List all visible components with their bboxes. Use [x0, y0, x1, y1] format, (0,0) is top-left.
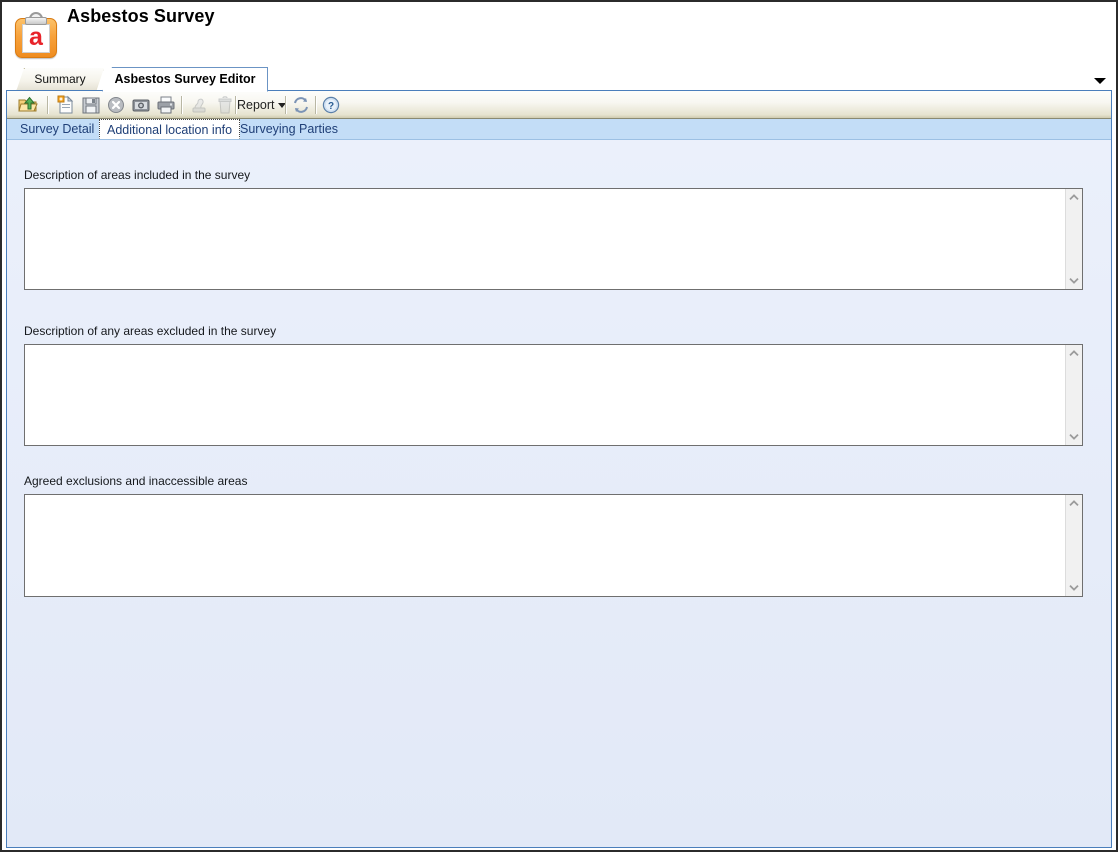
toolbar-separator [47, 96, 49, 114]
chevron-down-icon[interactable] [1094, 78, 1106, 84]
agreed-exclusions-scrollbar[interactable] [1065, 495, 1082, 596]
editor-toolbar: Report ? [7, 91, 1111, 119]
sub-tab-survey-detail[interactable]: Survey Detail [13, 119, 101, 139]
title-bar: a Asbestos Survey [2, 2, 1116, 66]
delete-button[interactable] [214, 94, 236, 116]
camera-icon [130, 94, 152, 116]
areas-included-scrollbar[interactable] [1065, 189, 1082, 289]
svg-text:?: ? [328, 101, 334, 112]
areas-excluded-label: Description of any areas excluded in the… [24, 324, 276, 338]
clipboard-clip-bar [25, 17, 47, 25]
chevron-up-icon[interactable] [1069, 500, 1079, 507]
open-folder-button[interactable] [17, 94, 39, 116]
save-button[interactable] [80, 94, 102, 116]
question-mark-icon: ? [320, 94, 342, 116]
printer-icon [155, 94, 177, 116]
chevron-down-icon[interactable] [1069, 433, 1079, 440]
new-document-icon [55, 94, 77, 116]
agreed-exclusions-textarea[interactable] [24, 494, 1083, 597]
areas-excluded-textarea[interactable] [24, 344, 1083, 446]
application-window: a Asbestos Survey Summary Asbestos Surve… [0, 0, 1118, 852]
chevron-down-icon[interactable] [1069, 584, 1079, 591]
areas-included-textarea[interactable] [24, 188, 1083, 290]
report-button-label: Report [237, 98, 275, 112]
clipboard-letter: a [22, 22, 50, 52]
cancel-circle-icon [105, 94, 127, 116]
sub-tab-surveying-parties[interactable]: Surveying Parties [233, 119, 345, 139]
chevron-up-icon[interactable] [1069, 194, 1079, 201]
chevron-up-icon[interactable] [1069, 350, 1079, 357]
tab-summary-label: Summary [16, 68, 104, 92]
sub-tab-bar: Survey Detail Additional location info S… [7, 119, 1111, 140]
refresh-arrows-icon [290, 94, 312, 116]
toolbar-separator [285, 96, 287, 114]
camera-button[interactable] [130, 94, 152, 116]
page-title: Asbestos Survey [67, 6, 215, 27]
areas-included-label: Description of areas included in the sur… [24, 168, 250, 182]
trash-bin-icon [214, 94, 236, 116]
main-tab-strip: Summary Asbestos Survey Editor [2, 66, 1116, 92]
print-button[interactable] [155, 94, 177, 116]
chevron-down-icon[interactable] [1069, 277, 1079, 284]
editor-panel: Report ? [6, 90, 1112, 848]
new-document-button[interactable] [55, 94, 77, 116]
copy-stamp-icon [189, 94, 211, 116]
tab-asbestos-survey-editor-label: Asbestos Survey Editor [102, 67, 268, 92]
folder-up-arrow-icon [17, 94, 39, 116]
toolbar-separator [315, 96, 317, 114]
help-button[interactable]: ? [320, 94, 342, 116]
toolbar-separator [181, 96, 183, 114]
report-button[interactable]: Report [235, 95, 288, 115]
copy-button[interactable] [189, 94, 211, 116]
form-body: Description of areas included in the sur… [7, 140, 1111, 847]
refresh-button[interactable] [290, 94, 312, 116]
floppy-disk-icon [80, 94, 102, 116]
clipboard-a-icon: a [14, 12, 58, 58]
cancel-button[interactable] [105, 94, 127, 116]
agreed-exclusions-label: Agreed exclusions and inaccessible areas [24, 474, 247, 488]
sub-tab-additional-location-info[interactable]: Additional location info [99, 119, 240, 139]
areas-excluded-scrollbar[interactable] [1065, 345, 1082, 445]
